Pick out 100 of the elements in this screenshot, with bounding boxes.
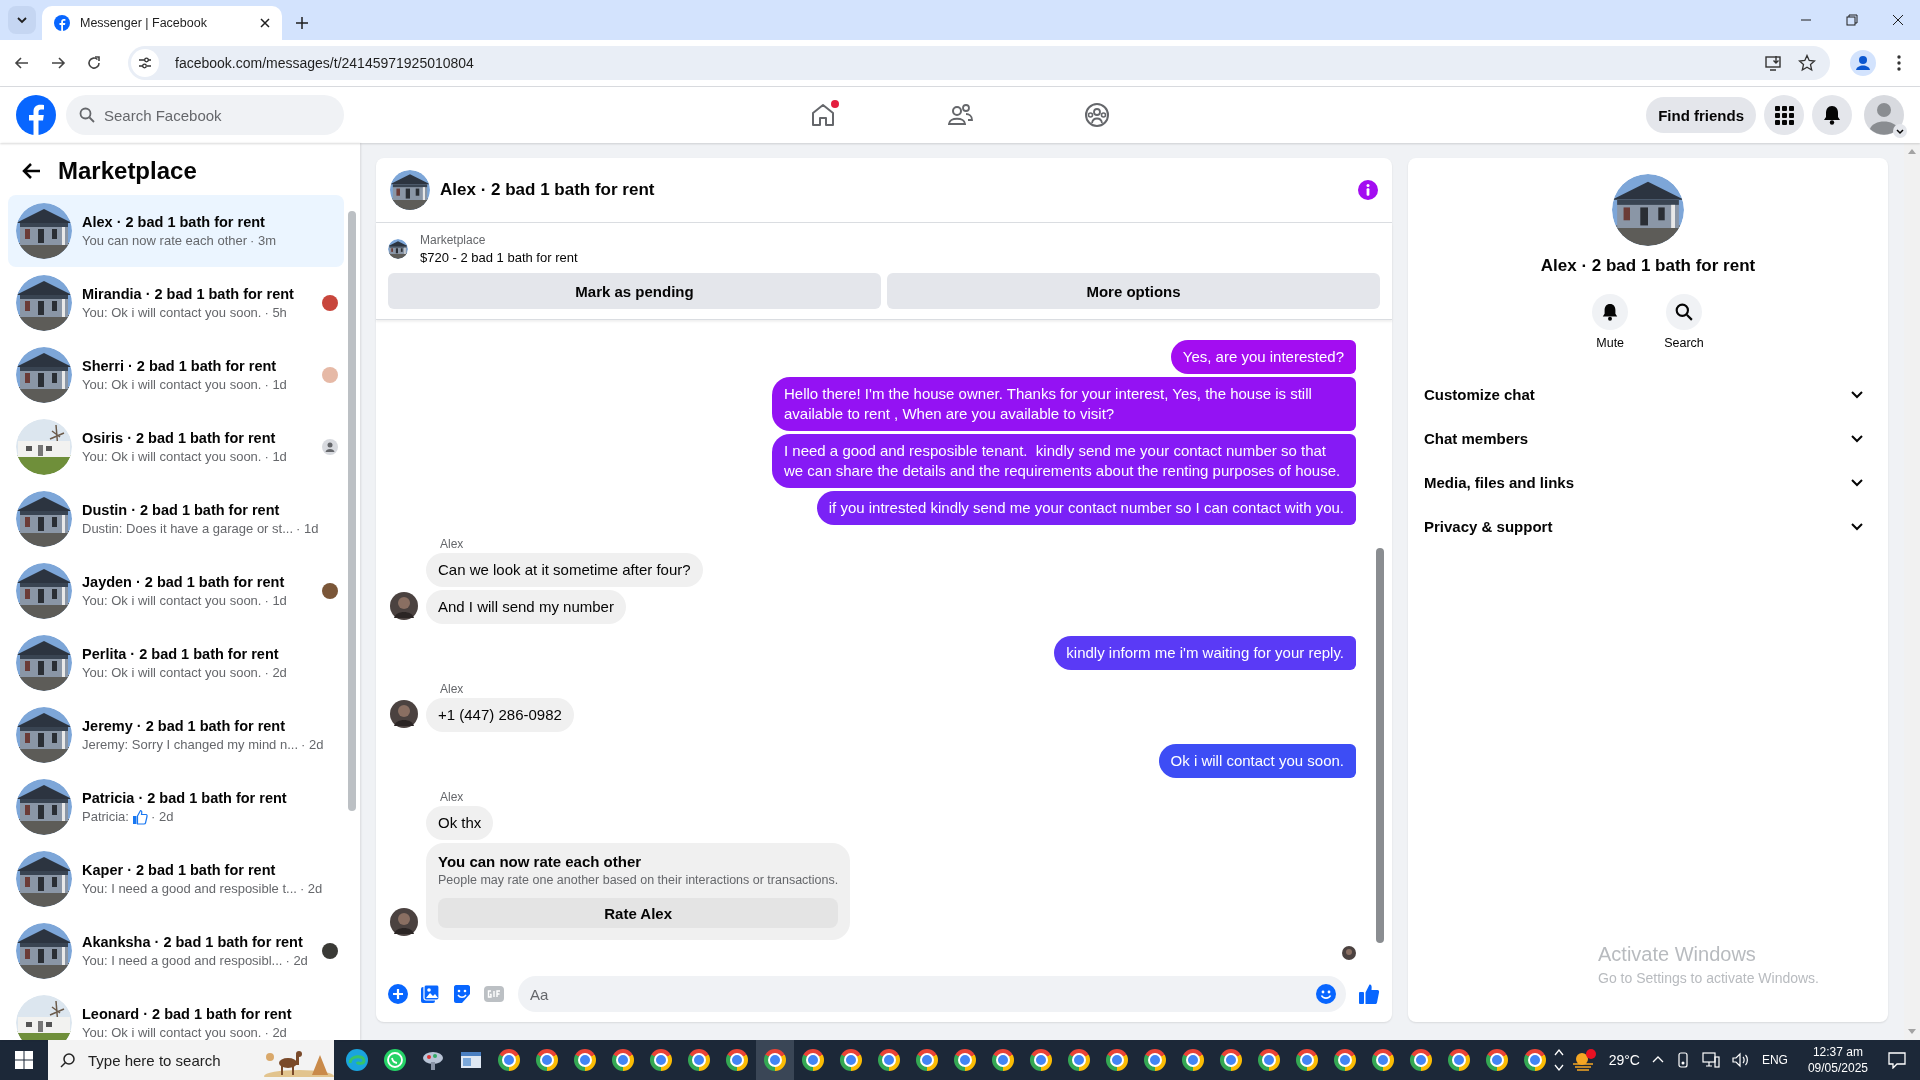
emoji-icon[interactable] [1316, 984, 1336, 1004]
message-field[interactable]: Aa [518, 976, 1346, 1012]
conversation-item[interactable]: Kaper · 2 bad 1 bath for rent You: I need a good and resposible t... · 2d [8, 843, 344, 915]
message-preview: You: Ok i will contact you soon. [82, 305, 262, 320]
network-icon[interactable] [1701, 1052, 1720, 1068]
chat-title: Alex · 2 bad 1 bath for rent [440, 180, 655, 200]
browser-icon [1448, 1049, 1470, 1071]
rate-button[interactable]: Rate Alex [438, 898, 839, 928]
address-bar[interactable]: facebook.com/messages/t/24145971925010804 [128, 46, 1830, 80]
account-button[interactable] [1864, 95, 1904, 135]
conversation-name: Patricia · 2 bad 1 bath for rent [82, 789, 288, 806]
conversation-name: Leonard · 2 bad 1 bath for rent [82, 1006, 293, 1022]
reload-icon[interactable] [86, 55, 102, 71]
conversation-item[interactable]: Mirandia · 2 bad 1 bath for rent You: Ok i will contact you soon. · 5h [8, 267, 344, 339]
thumbs-up-icon[interactable] [1358, 983, 1380, 1005]
collapsible-section[interactable]: Customize chat [1424, 372, 1872, 416]
more-icon[interactable] [1896, 54, 1902, 72]
sender-name: Alex [440, 682, 464, 696]
browser-icon [916, 1049, 938, 1071]
sent-message: I need a good and resposible tenant. kindly send me your contact number so that we can share the details and the requirements about the renting purposes of house. [772, 434, 1356, 488]
site-settings-icon[interactable] [131, 49, 159, 77]
browser-icon [1106, 1049, 1128, 1071]
notification-center-icon[interactable] [1888, 1051, 1906, 1069]
collapsible-section[interactable]: Chat members [1424, 416, 1872, 460]
sticker-icon[interactable] [452, 984, 472, 1004]
listing-action-button[interactable]: More options [887, 273, 1380, 309]
conversation-item[interactable]: Jeremy · 2 bad 1 bath for rent Jeremy: Sorry I changed my mind n... · 2d [8, 699, 344, 771]
back-icon[interactable] [14, 55, 30, 71]
search-icon [79, 107, 95, 123]
browser-tab[interactable]: Messenger | Facebook [42, 6, 282, 40]
conversation-item[interactable]: Jayden · 2 bad 1 bath for rent You: Ok i will contact you soon. · 1d [8, 555, 344, 627]
image-icon[interactable] [420, 984, 440, 1004]
sidebar-title: Marketplace [58, 157, 197, 185]
menu-button[interactable] [1764, 95, 1804, 135]
find-friends-button[interactable]: Find friends [1646, 97, 1756, 133]
bookmark-star-icon[interactable] [1798, 54, 1816, 72]
weather-icon[interactable] [1572, 1049, 1597, 1071]
bell-icon [1822, 105, 1842, 125]
browser-icon [1182, 1049, 1204, 1071]
message-preview: You: Ok i will contact you soon. [82, 1025, 262, 1040]
device-icon[interactable] [1675, 1052, 1690, 1068]
bell-icon [1601, 303, 1620, 321]
conversation-name: Mirandia · 2 bad 1 bath for rent [82, 286, 295, 302]
close-icon[interactable] [260, 18, 270, 28]
restore-icon[interactable] [1846, 14, 1858, 26]
browser-icon [764, 1049, 786, 1071]
activation-title: Activate Windows [1598, 943, 1757, 966]
conversation-item[interactable]: Perlita · 2 bad 1 bath for rent You: Ok i will contact you soon. · 2d [8, 627, 344, 699]
rating-title: You can now rate each other [438, 853, 643, 870]
notifications-button[interactable] [1812, 95, 1852, 135]
back-arrow-icon[interactable] [22, 161, 42, 181]
forward-icon[interactable] [50, 55, 66, 71]
conversation-item[interactable]: Alex · 2 bad 1 bath for rent You can now rate each other · 3m [8, 195, 344, 267]
received-message: Ok thx [426, 806, 494, 840]
collapsible-section[interactable]: Privacy & support [1424, 504, 1872, 548]
browser-icon [688, 1049, 710, 1071]
new-tab-icon[interactable] [296, 17, 308, 29]
message-time: · 2d [264, 665, 287, 680]
close-icon[interactable] [1892, 14, 1904, 26]
conversation-item[interactable]: Osiris · 2 bad 1 bath for rent You: Ok i will contact you soon. · 1d [8, 411, 344, 483]
conversation-item[interactable]: Patricia · 2 bad 1 bath for rent Patricia: · 2d [8, 771, 344, 843]
browser-icon [1334, 1049, 1356, 1071]
conversation-item[interactable]: Dustin · 2 bad 1 bath for rent Dustin: Does it have a garage or st... · 1d [8, 483, 344, 555]
conversation-item[interactable]: Sherri · 2 bad 1 bath for rent You: Ok i will contact you soon. · 1d [8, 339, 344, 411]
conversation-item[interactable]: Akanksha · 2 bad 1 bath for rent You: I need a good and resposibl... · 2d [8, 915, 344, 987]
speaker-icon[interactable] [1731, 1052, 1750, 1068]
collapsible-section[interactable]: Media, files and links [1424, 460, 1872, 504]
message-preview: You: Ok i will contact you soon. [82, 665, 262, 680]
message-time: · 1d [296, 521, 319, 536]
install-app-icon[interactable] [1764, 54, 1782, 72]
info-icon[interactable] [1358, 180, 1378, 200]
profile-title: Alex · 2 bad 1 bath for rent [1540, 256, 1756, 276]
message-time: · 1d [264, 593, 287, 608]
browser-icon [1030, 1049, 1052, 1071]
search-field[interactable]: Search Facebook [66, 95, 344, 135]
conversation-name: Jayden · 2 bad 1 bath for rent [82, 574, 286, 590]
browser-icon [650, 1049, 672, 1071]
language-indicator[interactable]: ENG [1761, 1053, 1788, 1067]
facebook-logo-icon[interactable] [16, 95, 56, 135]
listing-action-button[interactable]: Mark as pending [388, 273, 881, 309]
message-preview: Dustin: Does it have a garage or st... [82, 521, 293, 536]
taskbar-app[interactable] [756, 1040, 794, 1080]
clock-date: 09/05/2025 [1807, 1061, 1868, 1075]
conversation-name: Kaper · 2 bad 1 bath for rent [82, 862, 277, 878]
weather-temperature: 29°C [1608, 1052, 1640, 1068]
conversation-name: Alex · 2 bad 1 bath for rent [82, 214, 266, 230]
message-preview: You: Ok i will contact you soon. [82, 449, 262, 464]
browser-icon [878, 1049, 900, 1071]
grid-menu-icon [1774, 105, 1794, 125]
message-preview: Patricia: [82, 809, 129, 824]
conversation-name: Perlita · 2 bad 1 bath for rent [82, 646, 280, 662]
chat-bubble-icon [383, 1048, 407, 1072]
received-message: +1 (447) 286-0982 [426, 698, 574, 732]
browser-icon [726, 1049, 748, 1071]
profile-icon[interactable] [1850, 50, 1876, 76]
plus-icon[interactable] [388, 984, 408, 1004]
windows-start-icon[interactable] [15, 1051, 33, 1069]
tab-title: Messenger | Facebook [80, 16, 208, 30]
tab-list-button[interactable] [8, 6, 36, 34]
browser-icon [954, 1049, 976, 1071]
